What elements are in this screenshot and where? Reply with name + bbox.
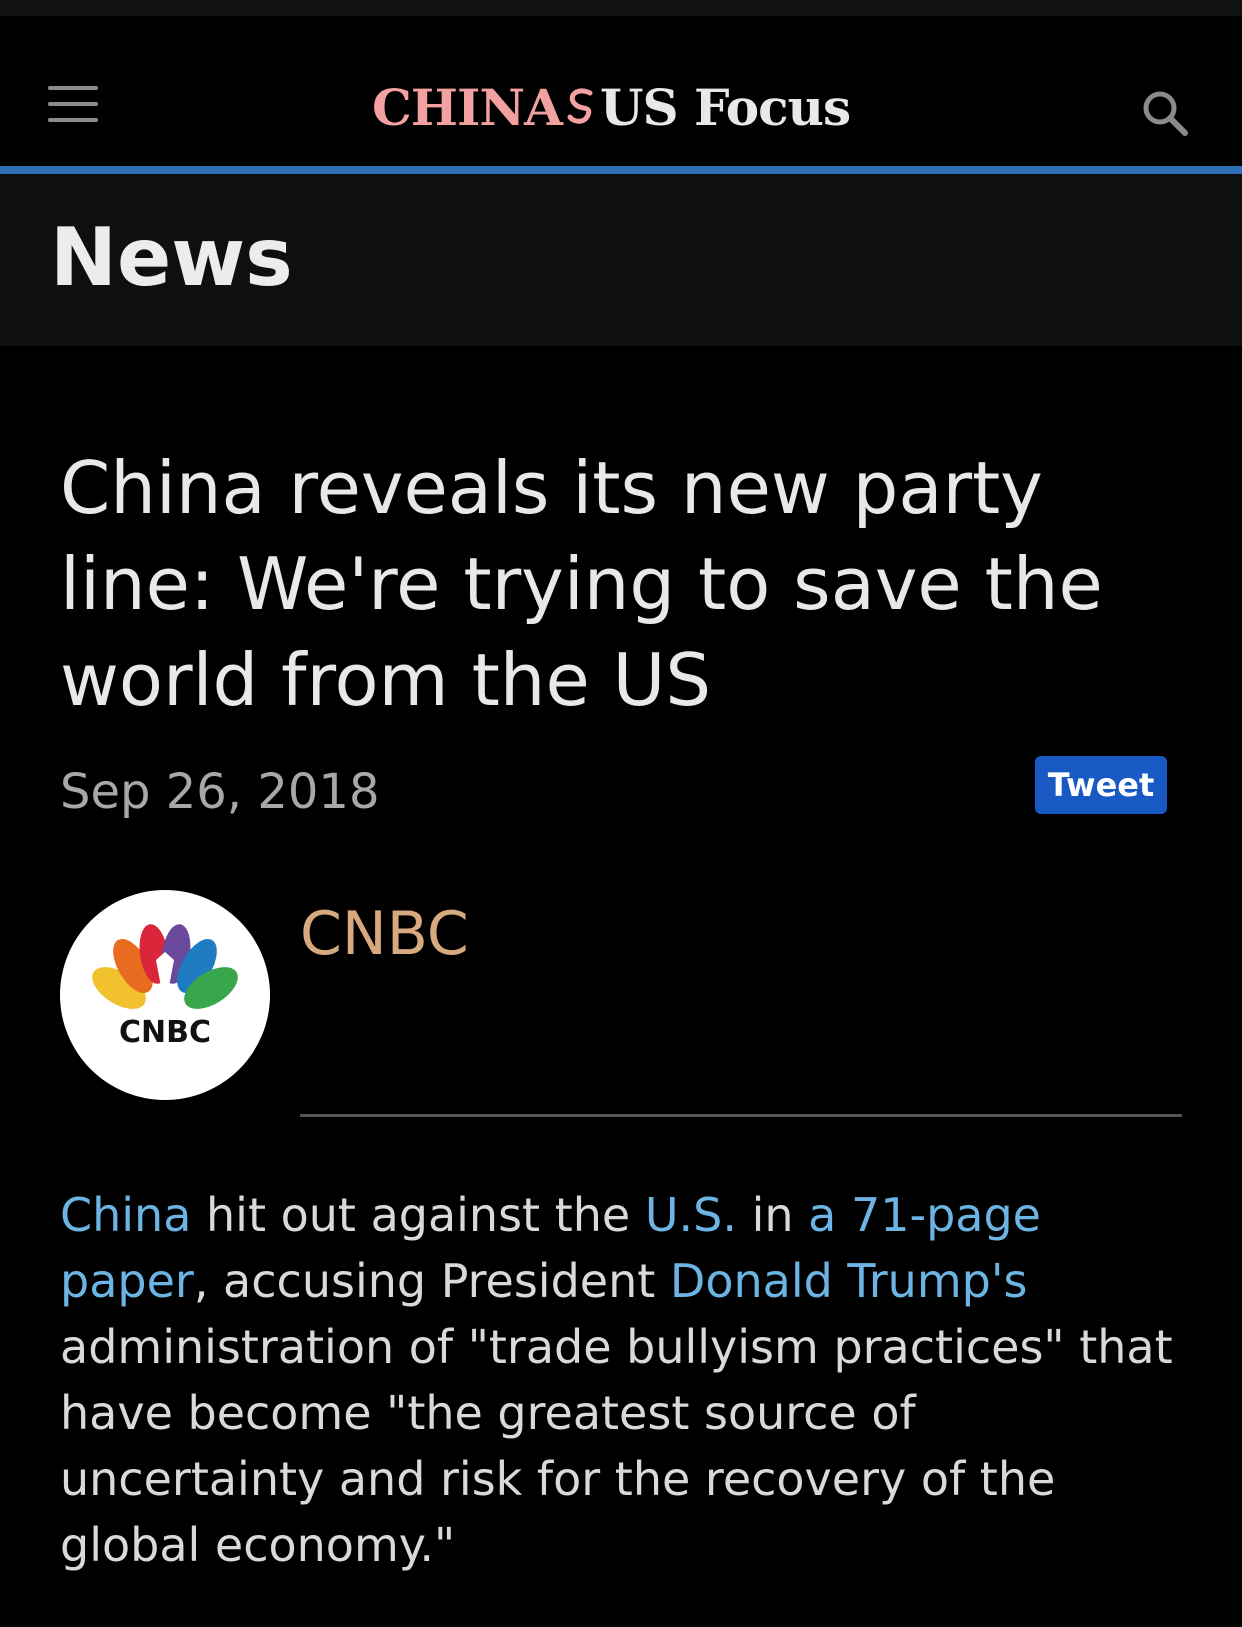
- section-title: News: [50, 211, 293, 304]
- logo-us-focus-text: US Focus: [599, 78, 851, 137]
- top-navigation-bar: CHINA US Focus: [0, 16, 1242, 168]
- link-donald-trump[interactable]: Donald Trump's: [670, 1254, 1028, 1308]
- site-logo[interactable]: CHINA US Focus: [372, 78, 851, 138]
- article-date: Sep 26, 2018: [60, 764, 380, 820]
- source-divider: [300, 1114, 1182, 1117]
- source-name[interactable]: CNBC: [300, 896, 469, 972]
- body-text-segment: , accusing President: [193, 1254, 670, 1308]
- body-text-segment: hit out against the: [191, 1188, 645, 1242]
- hamburger-icon[interactable]: [48, 86, 98, 126]
- article-headline: China reveals its new party line: We're …: [60, 446, 1103, 722]
- header-accent-rule: [0, 166, 1242, 174]
- link-china[interactable]: China: [60, 1188, 191, 1242]
- logo-china-text: CHINA: [372, 78, 563, 137]
- body-text-segment: in: [736, 1188, 809, 1242]
- cnbc-peacock-logo-icon: CNBC: [92, 924, 238, 1050]
- source-avatar[interactable]: CNBC: [60, 890, 270, 1100]
- body-text-segment: administration of "trade bullyism practi…: [60, 1320, 1173, 1572]
- avatar-cnbc-text: CNBC: [119, 1015, 211, 1050]
- status-strip: [0, 0, 1242, 16]
- link-us[interactable]: U.S.: [645, 1188, 737, 1242]
- tweet-button[interactable]: Tweet: [1035, 756, 1167, 814]
- logo-swirl-icon: [567, 88, 593, 124]
- article-body: China hit out against the U.S. in a 71-p…: [60, 1182, 1190, 1578]
- search-icon[interactable]: [1140, 88, 1190, 138]
